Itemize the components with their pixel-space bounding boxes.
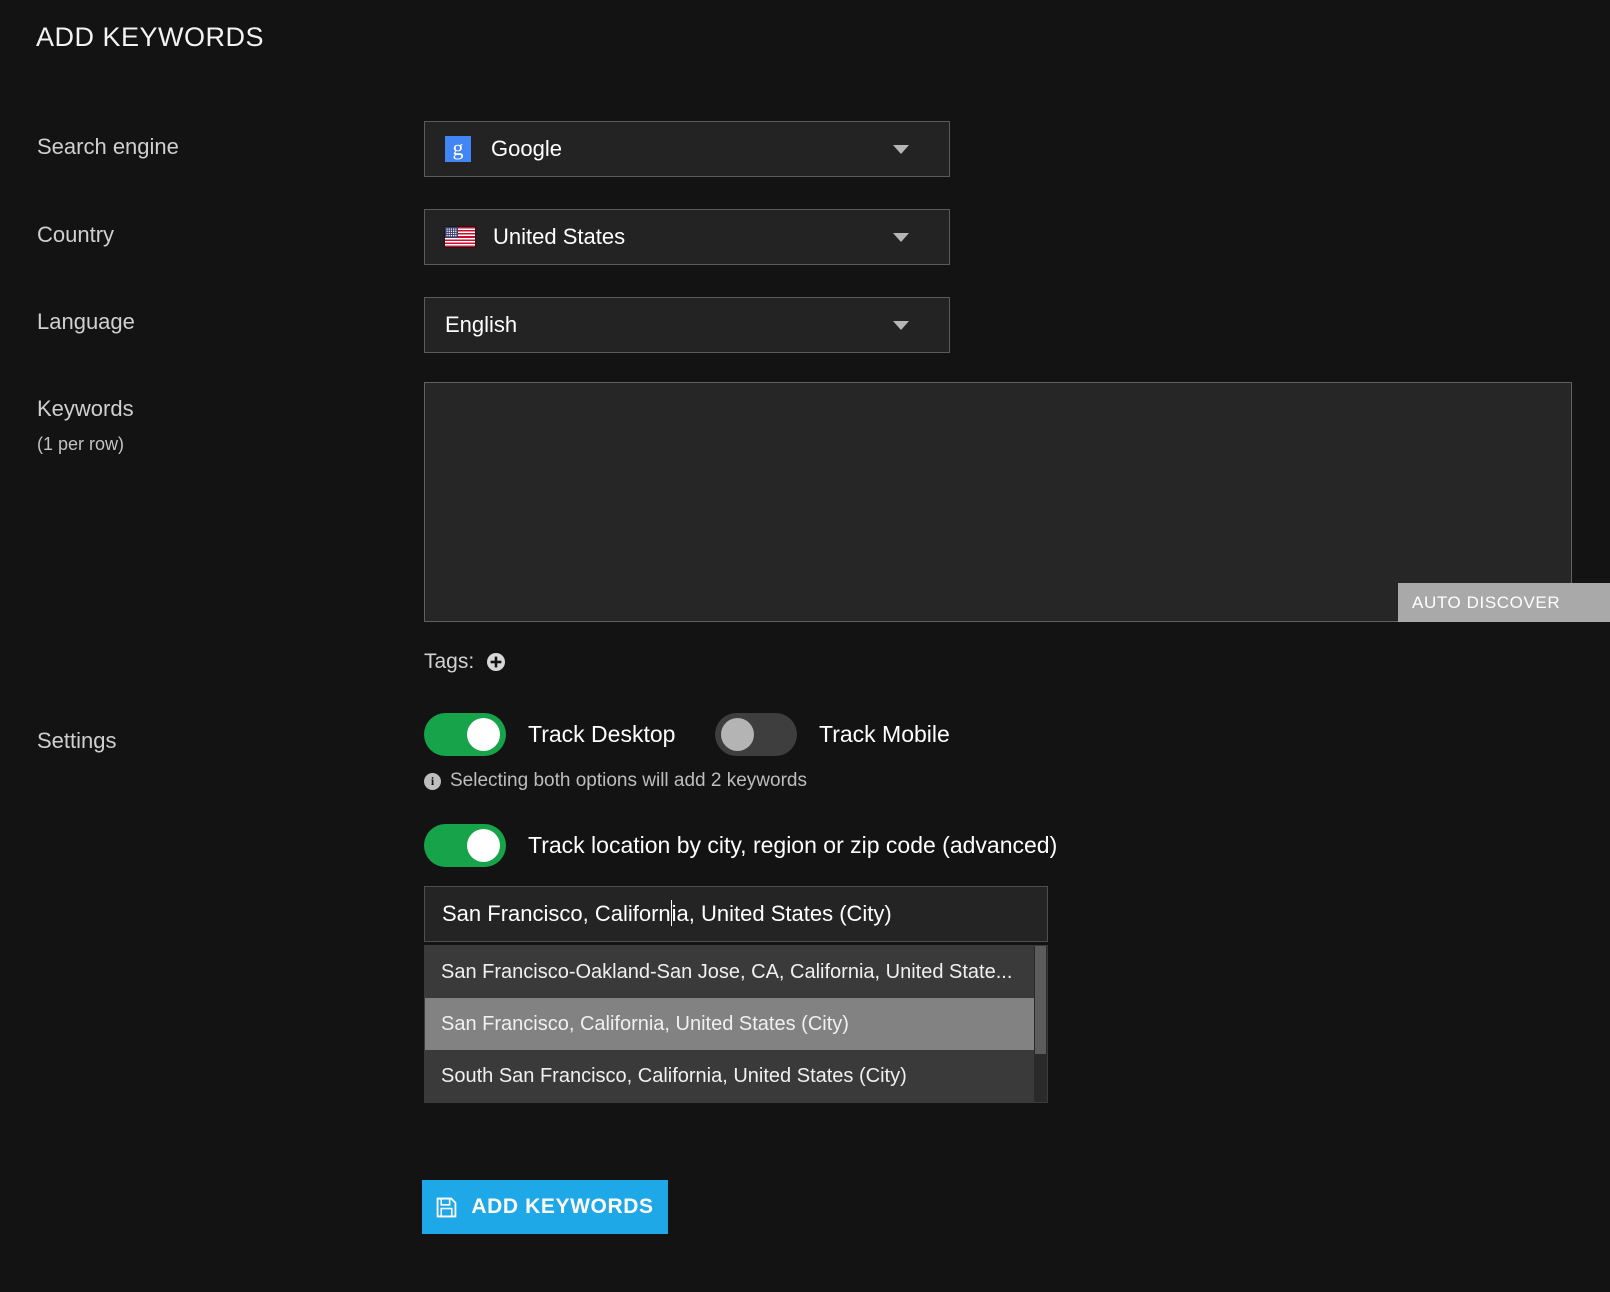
add-keywords-button[interactable]: ADD KEYWORDS — [422, 1180, 668, 1234]
tags-row: Tags: — [424, 650, 506, 674]
tags-label: Tags: — [424, 650, 474, 674]
info-icon: i — [424, 773, 441, 790]
add-keywords-page: ADD KEYWORDS Search engine g Google Coun… — [0, 0, 1610, 1292]
track-desktop-toggle[interactable] — [424, 713, 506, 756]
autocomplete-scrollbar-thumb[interactable] — [1035, 946, 1046, 1054]
country-select[interactable]: United States — [424, 209, 950, 265]
plus-circle-icon[interactable] — [486, 652, 506, 672]
location-autocomplete-list: San Francisco-Oakland-San Jose, CA, Cali… — [424, 945, 1048, 1103]
search-engine-label: Search engine — [37, 134, 179, 160]
track-desktop-row: Track Desktop — [424, 713, 675, 756]
search-engine-value: Google — [491, 136, 562, 162]
save-floppy-icon — [436, 1197, 457, 1218]
list-item[interactable]: San Francisco, California, United States… — [425, 998, 1047, 1050]
language-label: Language — [37, 309, 135, 335]
auto-discover-button[interactable]: AUTO DISCOVER — [1398, 583, 1610, 622]
track-mobile-toggle[interactable] — [715, 713, 797, 756]
chevron-down-icon — [893, 233, 909, 242]
track-mobile-label: Track Mobile — [819, 721, 950, 748]
country-value: United States — [493, 224, 625, 250]
add-keywords-button-label: ADD KEYWORDS — [471, 1195, 653, 1219]
country-label: Country — [37, 222, 114, 248]
track-location-label: Track location by city, region or zip co… — [528, 832, 1057, 859]
track-mobile-row: Track Mobile — [715, 713, 950, 756]
keywords-label: Keywords — [37, 396, 134, 422]
track-location-row: Track location by city, region or zip co… — [424, 824, 1057, 867]
list-item[interactable]: South San Francisco, California, United … — [425, 1050, 1047, 1102]
language-select[interactable]: English — [424, 297, 950, 353]
chevron-down-icon — [893, 321, 909, 330]
track-location-toggle[interactable] — [424, 824, 506, 867]
location-input[interactable] — [424, 886, 1048, 942]
page-title: ADD KEYWORDS — [36, 22, 264, 53]
both-options-hint-text: Selecting both options will add 2 keywor… — [450, 770, 807, 792]
language-value: English — [445, 312, 517, 338]
autocomplete-scrollbar[interactable] — [1034, 946, 1047, 1102]
list-item[interactable]: San Francisco-Oakland-San Jose, CA, Cali… — [425, 946, 1047, 998]
track-desktop-label: Track Desktop — [528, 721, 675, 748]
keywords-sublabel: (1 per row) — [37, 434, 124, 455]
settings-label: Settings — [37, 728, 117, 754]
chevron-down-icon — [893, 145, 909, 154]
google-favicon-icon: g — [445, 136, 471, 162]
us-flag-icon — [445, 227, 475, 247]
both-options-hint: i Selecting both options will add 2 keyw… — [424, 770, 807, 792]
search-engine-select[interactable]: g Google — [424, 121, 950, 177]
